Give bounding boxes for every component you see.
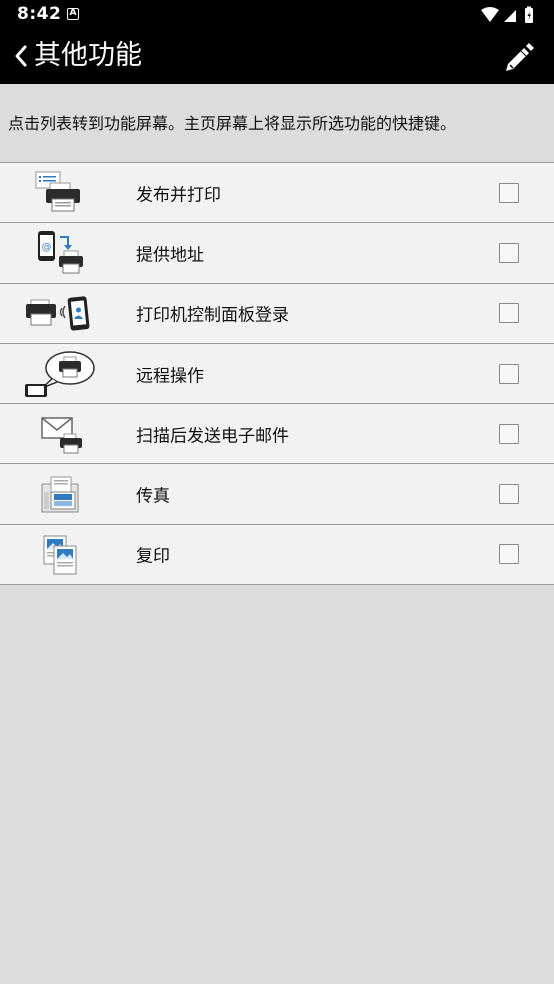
svg-text:@: @ — [42, 242, 52, 253]
list-item-printer-panel-login[interactable]: 打印机控制面板登录 — [0, 283, 554, 344]
feature-label: 发布并打印 — [136, 185, 221, 206]
feature-checkbox[interactable] — [499, 363, 519, 384]
feature-checkbox[interactable] — [499, 423, 519, 444]
fax-icon — [41, 476, 79, 513]
list-item-fax[interactable]: 传真 — [0, 464, 554, 525]
list-item-remote-operation[interactable]: 远程操作 — [0, 343, 554, 405]
copy-icon — [43, 535, 77, 575]
page-title: 其他功能 — [34, 40, 142, 71]
description-text: 点击列表转到功能屏幕。主页屏幕上将显示所选功能的快捷键。 — [8, 114, 457, 133]
status-bar: 8:42 A — [0, 0, 554, 30]
cellular-signal-icon — [504, 10, 516, 22]
list-item-copy[interactable]: 复印 — [0, 524, 554, 586]
printer-panel-login-icon — [26, 295, 90, 331]
status-time: 8:42 — [17, 4, 62, 24]
feature-checkbox[interactable] — [499, 242, 519, 263]
list-item-scan-to-email[interactable]: 扫描后发送电子邮件 — [0, 404, 554, 465]
scan-to-email-icon — [41, 417, 82, 454]
app-bar: 其他功能 — [0, 30, 554, 84]
list-item-publish-print[interactable]: 发布并打印 — [0, 163, 554, 224]
chevron-left-icon[interactable] — [12, 42, 30, 70]
publish-print-icon — [35, 171, 80, 212]
wifi-icon — [481, 7, 499, 22]
pencil-icon[interactable] — [502, 40, 536, 74]
feature-label: 传真 — [136, 486, 170, 507]
feature-checkbox[interactable] — [499, 544, 519, 565]
feature-list: 发布并打印 @ 提供地址 打印机控制面板登录 远程操作 扫描后发送电子邮件 传真… — [0, 162, 554, 586]
feature-checkbox[interactable] — [499, 182, 519, 203]
feature-label: 打印机控制面板登录 — [136, 305, 289, 326]
notification-badge: A — [67, 8, 79, 20]
battery-icon — [525, 6, 533, 23]
feature-label: 远程操作 — [136, 366, 204, 387]
system-icons — [481, 6, 533, 23]
list-item-provide-address[interactable]: @ 提供地址 — [0, 223, 554, 284]
feature-label: 提供地址 — [136, 245, 204, 266]
provide-address-icon: @ — [38, 231, 83, 274]
feature-label: 扫描后发送电子邮件 — [136, 426, 289, 447]
feature-checkbox[interactable] — [499, 303, 519, 324]
remote-operation-icon — [25, 351, 95, 397]
feature-label: 复印 — [136, 546, 170, 567]
description-panel: 点击列表转到功能屏幕。主页屏幕上将显示所选功能的快捷键。 — [0, 84, 554, 162]
feature-checkbox[interactable] — [499, 484, 519, 505]
